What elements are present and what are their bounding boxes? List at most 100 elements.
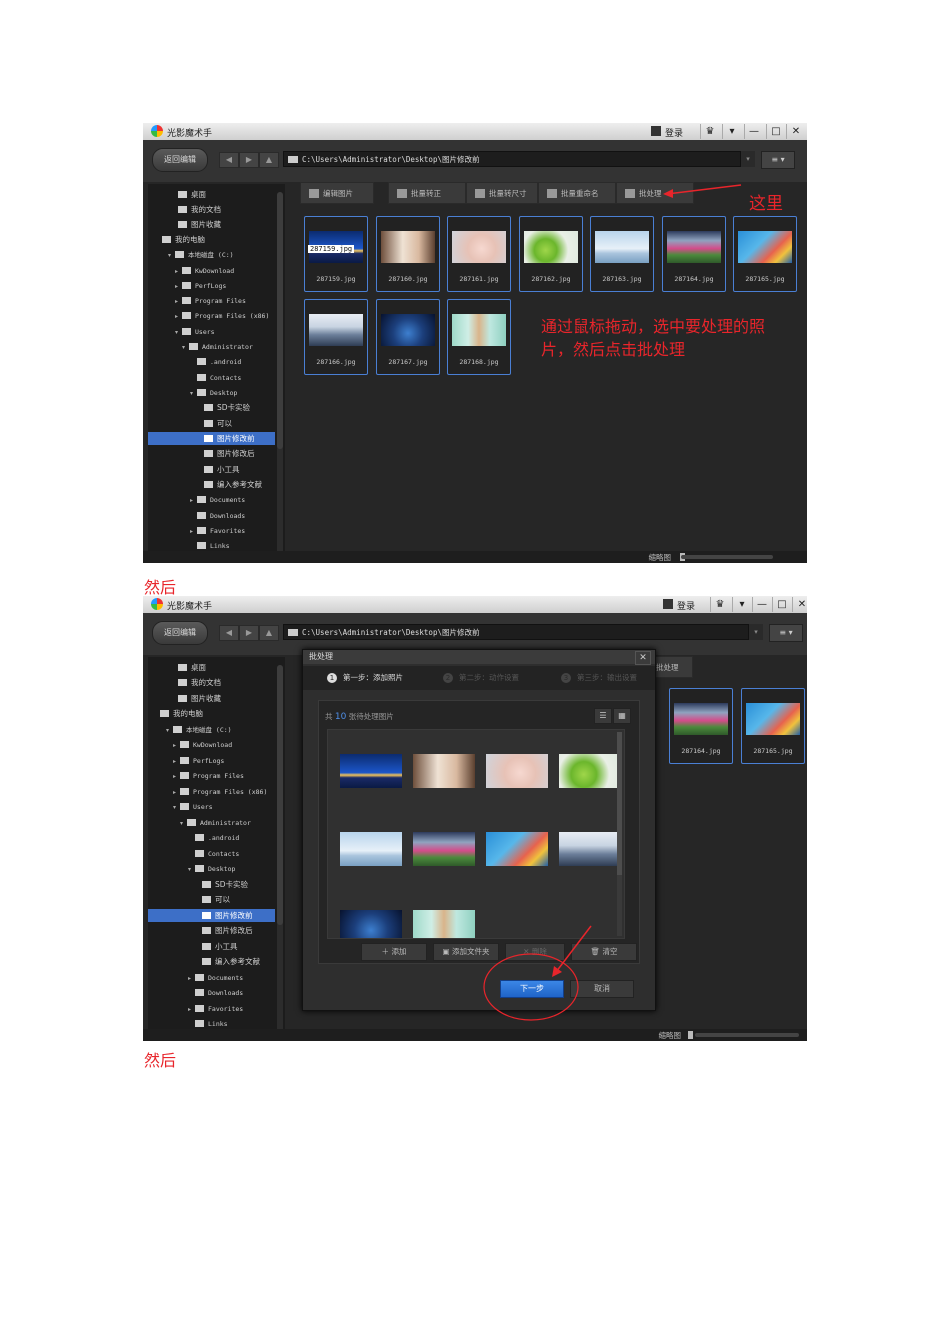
batch-rotate-button[interactable]: 批量转正 (388, 182, 466, 204)
tree-item-contacts[interactable]: Contacts (148, 371, 275, 384)
step-add-photos[interactable]: 1 第一步：添加照片 (327, 666, 403, 690)
maximize-button[interactable]: □ (772, 597, 791, 612)
maximize-button[interactable]: □ (766, 124, 785, 139)
thumbnail[interactable]: 287159.jpg 287159.jpg (304, 216, 368, 292)
menu-button[interactable]: ▾ (722, 124, 741, 139)
tree-item-local-disk-c[interactable]: ▾ 本地磁盘 (C:) (148, 723, 275, 736)
step-output-settings[interactable]: 3 第三步：输出设置 (561, 666, 637, 690)
tree-item-documents[interactable]: ▸ Documents (148, 971, 275, 984)
skin-button[interactable]: ♛ (700, 124, 719, 139)
tree-item-downloads[interactable]: Downloads (148, 509, 275, 522)
minimize-button[interactable]: — (752, 597, 771, 612)
grid-view-icon[interactable]: ▦ (613, 708, 631, 724)
nav-back-icon[interactable]: ◀ (219, 152, 239, 168)
thumbnail[interactable]: 287162.jpg (519, 216, 583, 292)
thumbnail[interactable]: 287167.jpg (376, 299, 440, 375)
minimize-button[interactable]: — (744, 124, 763, 139)
tree-item-before-edit[interactable]: 图片修改前 (148, 909, 275, 922)
tree-item-pictures[interactable]: 图片收藏 (148, 692, 275, 705)
zoom-slider[interactable] (681, 555, 773, 559)
add-folder-button[interactable]: ▣ 添加文件夹 (433, 943, 499, 961)
nav-forward-icon[interactable]: ▶ (239, 625, 259, 641)
delete-button[interactable]: ✕ 删除 (505, 943, 565, 961)
tree-item-desktop[interactable]: 桌面 (148, 661, 275, 674)
photo-underwater[interactable] (486, 832, 548, 866)
batch-process-button[interactable]: 批处理 (651, 656, 693, 678)
tree-item-favorites[interactable]: ▸ Favorites (148, 524, 275, 537)
batch-resize-button[interactable]: 批量转尺寸 (466, 182, 538, 204)
view-mode-button[interactable]: ≡ ▾ (761, 151, 795, 169)
tree-item-keyi[interactable]: 可以 (148, 893, 275, 906)
user-icon[interactable] (651, 126, 661, 136)
next-step-button[interactable]: 下一步 (500, 980, 564, 998)
tree-item-sd-card[interactable]: SD卡实验 (148, 878, 275, 891)
tree-item-android[interactable]: .android (148, 831, 275, 844)
tree-item-after-edit[interactable]: 图片修改后 (148, 924, 275, 937)
photo-window-girl[interactable] (413, 754, 475, 788)
tree-item-before-edit[interactable]: 图片修改前 (148, 432, 275, 445)
user-icon[interactable] (663, 599, 673, 609)
tree-item-after-edit[interactable]: 图片修改后 (148, 447, 275, 460)
tree-item-references[interactable]: 编入参考文献 (148, 478, 275, 491)
tree-item-favorites[interactable]: ▸ Favorites (148, 1002, 275, 1015)
nav-up-icon[interactable]: ▲ (259, 152, 279, 168)
thumbnail[interactable]: 287161.jpg (447, 216, 511, 292)
thumbnail[interactable]: 287164.jpg (662, 216, 726, 292)
tree-item-local-disk-c[interactable]: ▾ 本地磁盘 (C:) (148, 248, 275, 261)
sidebar-scrollbar[interactable] (277, 192, 283, 559)
batch-rename-button[interactable]: 批量重命名 (538, 182, 616, 204)
tree-item-desktop-folder[interactable]: ▾ Desktop (148, 386, 275, 399)
skin-button[interactable]: ♛ (710, 597, 729, 612)
close-button[interactable]: ✕ (786, 124, 805, 139)
photo-long-hair[interactable] (413, 910, 475, 938)
path-bar[interactable]: C:\Users\Administrator\Desktop\图片修改前 (283, 624, 749, 640)
edit-image-button[interactable]: 编辑图片 (300, 182, 374, 204)
photo-flower-house[interactable] (413, 832, 475, 866)
login-link[interactable]: 登录 (677, 599, 695, 612)
back-to-edit-button[interactable]: 返回编辑 (152, 621, 208, 645)
batch-process-button[interactable]: 批处理 (616, 182, 694, 204)
tree-item-desktop[interactable]: 桌面 (148, 188, 275, 201)
tree-item-program-files-x86[interactable]: ▸ Program Files (x86) (148, 785, 275, 798)
dialog-close-button[interactable]: ✕ (635, 651, 651, 665)
tree-item-pictures[interactable]: 图片收藏 (148, 218, 275, 231)
back-to-edit-button[interactable]: 返回编辑 (152, 148, 208, 172)
photo-night-sky[interactable] (340, 910, 402, 938)
path-dropdown-icon[interactable]: ▾ (741, 151, 755, 167)
tree-item-perflogs[interactable]: ▸ PerfLogs (148, 279, 275, 292)
tree-item-perflogs[interactable]: ▸ PerfLogs (148, 754, 275, 767)
photo-grid-scrollbar[interactable] (617, 732, 622, 936)
tree-item-desktop-folder[interactable]: ▾ Desktop (148, 862, 275, 875)
thumbnail[interactable]: 287166.jpg (304, 299, 368, 375)
add-button[interactable]: ＋ 添加 (361, 943, 427, 961)
sidebar-scrollbar[interactable] (277, 665, 283, 1037)
tree-item-program-files[interactable]: ▸ Program Files (148, 294, 275, 307)
tree-item-references[interactable]: 编入参考文献 (148, 955, 275, 968)
login-link[interactable]: 登录 (665, 126, 683, 139)
tree-item-program-files-x86[interactable]: ▸ Program Files (x86) (148, 309, 275, 322)
photo-pier-girl[interactable] (340, 832, 402, 866)
photo-sleeping-baby[interactable] (486, 754, 548, 788)
path-bar[interactable]: C:\Users\Administrator\Desktop\图片修改前 (283, 151, 741, 167)
tree-item-sd-card[interactable]: SD卡实验 (148, 401, 275, 414)
clear-button[interactable]: 🗑 清空 (571, 943, 637, 961)
tree-item-downloads[interactable]: Downloads (148, 986, 275, 999)
tree-item-users[interactable]: ▾ Users (148, 800, 275, 813)
thumbnail[interactable]: 287165.jpg (741, 688, 805, 764)
tree-item-administrator[interactable]: ▾ Administrator (148, 816, 275, 829)
photo-grid[interactable] (327, 729, 625, 939)
tree-item-my-computer[interactable]: 我的电脑 (148, 707, 275, 720)
tree-item-administrator[interactable]: ▾ Administrator (148, 340, 275, 353)
tree-item-my-documents[interactable]: 我的文档 (148, 676, 275, 689)
tree-item-keyi[interactable]: 可以 (148, 417, 275, 430)
nav-forward-icon[interactable]: ▶ (239, 152, 259, 168)
tree-item-program-files[interactable]: ▸ Program Files (148, 769, 275, 782)
thumbnail[interactable]: 287160.jpg (376, 216, 440, 292)
thumbnail[interactable]: 287164.jpg (669, 688, 733, 764)
photo-snow-mountain[interactable] (559, 832, 621, 866)
tree-item-android[interactable]: .android (148, 355, 275, 368)
tree-item-my-computer[interactable]: 我的电脑 (148, 233, 275, 246)
view-mode-button[interactable]: ≡ ▾ (769, 624, 803, 642)
nav-up-icon[interactable]: ▲ (259, 625, 279, 641)
zoom-slider[interactable] (695, 1033, 799, 1037)
